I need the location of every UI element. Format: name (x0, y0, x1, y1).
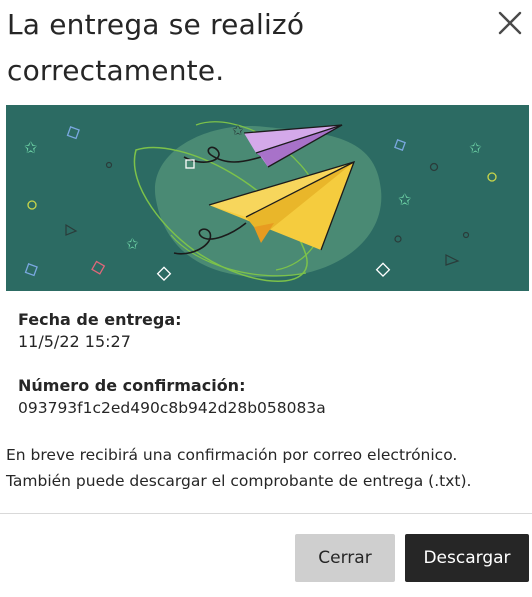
dialog-title: La entrega se realizó correctamente. (7, 8, 305, 87)
submission-date-label: Fecha de entrega: (18, 310, 182, 329)
confirmation-message: En breve recibirá una confirmación por c… (6, 442, 526, 494)
svg-text:✩: ✩ (469, 139, 482, 157)
close-dialog-button[interactable]: Cerrar (295, 534, 395, 582)
submission-success-dialog: La entrega se realizó correctamente. ✩ ✩… (0, 0, 532, 597)
confirmation-message-line1: En breve recibirá una confirmación por c… (6, 446, 458, 464)
submission-date-value: 11/5/22 15:27 (18, 332, 131, 351)
svg-text:✩: ✩ (126, 235, 139, 253)
confirmation-number-value: 093793f1c2ed490c8b942d28b058083a (18, 399, 326, 417)
confirmation-number: Número de confirmación: 093793f1c2ed490c… (18, 375, 326, 419)
download-receipt-button[interactable]: Descargar (405, 534, 529, 582)
confirmation-number-label: Número de confirmación: (18, 376, 246, 395)
submission-date: Fecha de entrega: 11/5/22 15:27 (18, 309, 182, 353)
footer-divider (0, 513, 532, 514)
close-button[interactable] (496, 9, 524, 37)
paper-plane-illustration: ✩ ✩ ✩ ✩ ✩ (6, 105, 529, 291)
svg-text:✩: ✩ (398, 190, 412, 209)
close-icon (498, 11, 522, 35)
svg-text:✩: ✩ (232, 123, 244, 139)
svg-text:✩: ✩ (24, 138, 38, 157)
confirmation-message-line2: También puede descargar el comprobante d… (6, 472, 472, 490)
